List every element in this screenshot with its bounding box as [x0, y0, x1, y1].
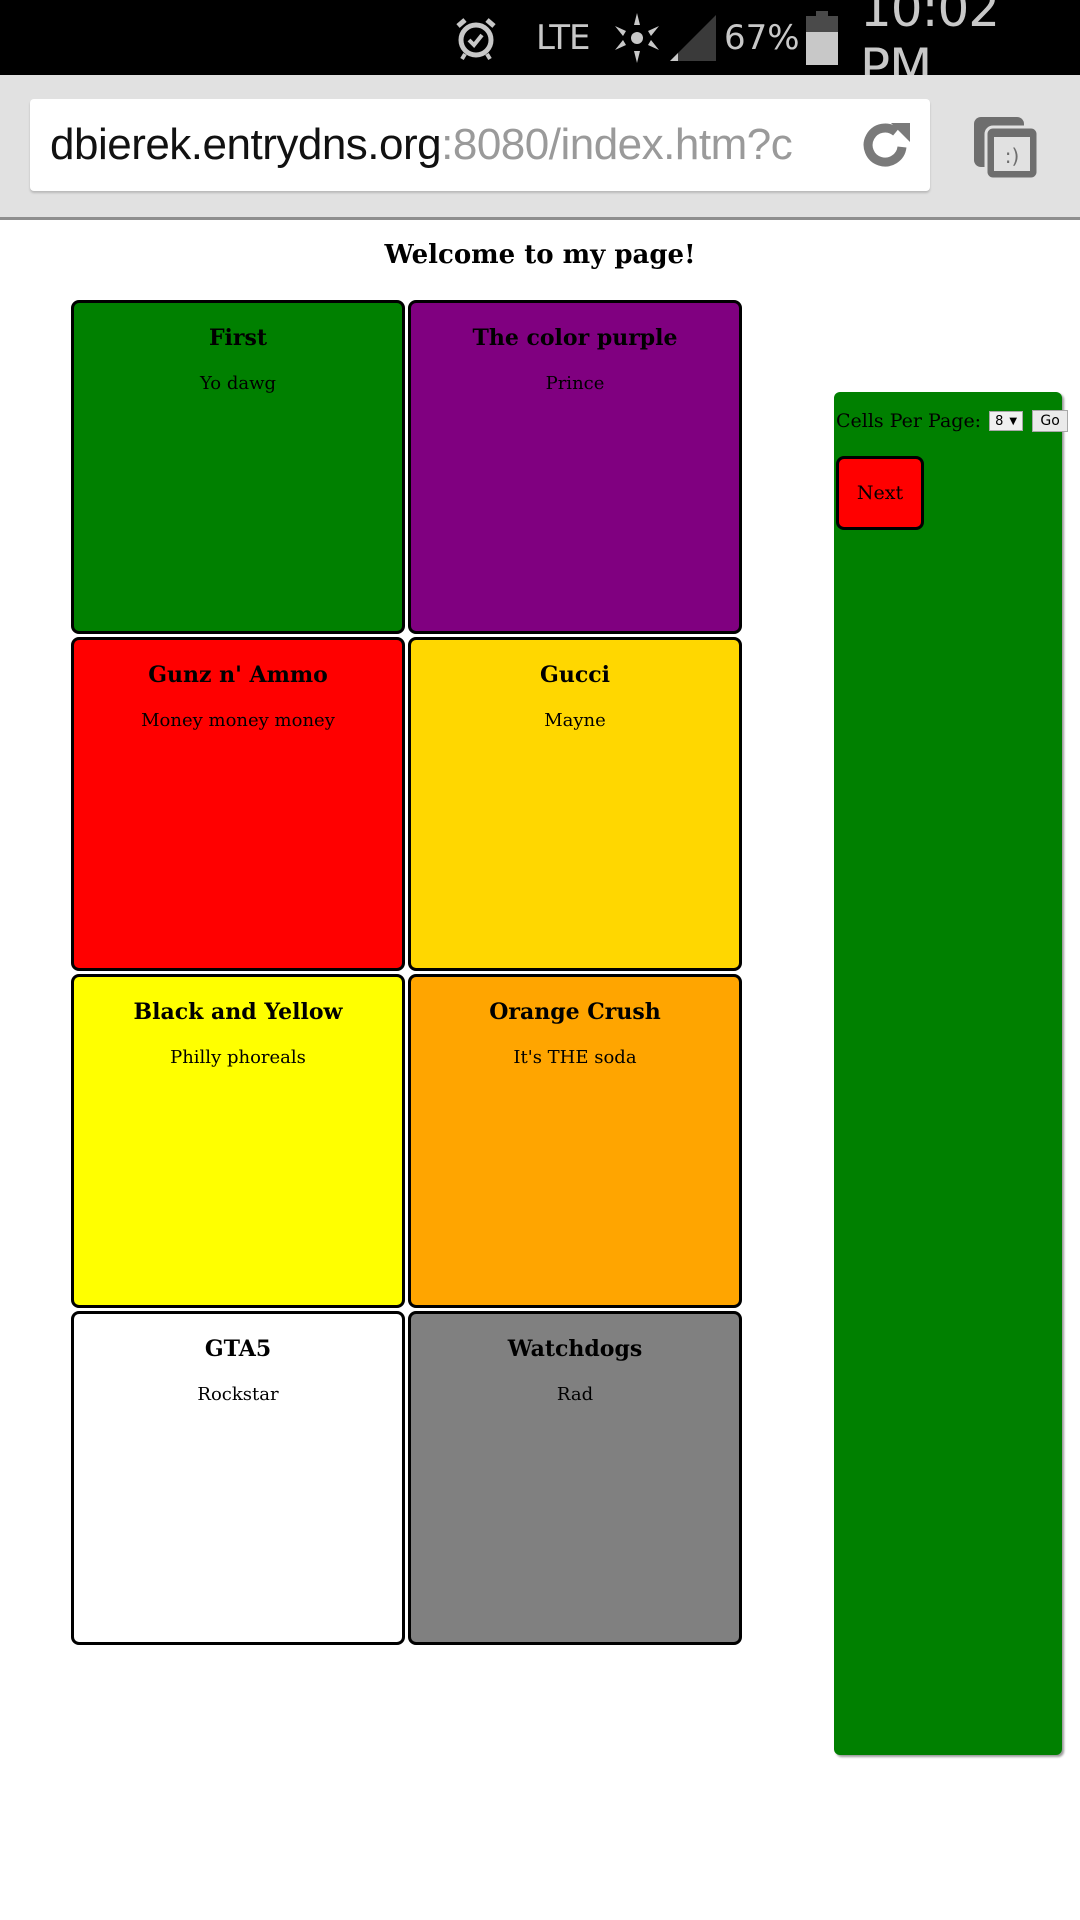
- clock: 10:02 PM: [860, 0, 1000, 96]
- url-host: dbierek.entrydns.org: [50, 120, 442, 169]
- browser-toolbar: dbierek.entrydns.org:8080/index.htm?c :): [0, 75, 1080, 220]
- sync-icon: [612, 0, 662, 75]
- cell-black-and-yellow[interactable]: Black and Yellow Philly phoreals: [71, 974, 405, 1308]
- url-path: :8080/index.htm?c: [441, 120, 793, 169]
- status-bar: LTE 67% 10:02 PM: [0, 0, 1080, 96]
- cell-first[interactable]: First Yo dawg: [71, 300, 405, 634]
- cell-orange-crush[interactable]: Orange Crush It's THE soda: [408, 974, 742, 1308]
- url-text[interactable]: dbierek.entrydns.org:8080/index.htm?c: [50, 120, 870, 170]
- cell-subtitle: It's THE soda: [513, 1047, 637, 1068]
- cell-subtitle: Philly phoreals: [170, 1047, 306, 1068]
- network-type: LTE: [536, 17, 591, 58]
- battery-percent: 67%: [724, 17, 800, 58]
- cell-title: Gunz n' Ammo: [148, 662, 328, 688]
- battery-icon: [806, 0, 838, 75]
- cell-gta5[interactable]: GTA5 Rockstar: [71, 1311, 405, 1645]
- cell-title: Watchdogs: [507, 1336, 643, 1362]
- cell-subtitle: Rad: [556, 1384, 594, 1405]
- cell-title: Gucci: [540, 662, 610, 688]
- cell-grid: First Yo dawg The color purple Prince Gu…: [71, 300, 745, 1645]
- tab-switcher-icon[interactable]: :): [972, 113, 1042, 183]
- chevron-down-icon: ▼: [1009, 415, 1018, 427]
- cell-subtitle: Rockstar: [197, 1384, 279, 1405]
- page-title: Welcome to my page!: [384, 240, 696, 270]
- cell-watchdogs[interactable]: Watchdogs Rad: [408, 1311, 742, 1645]
- cell-title: First: [208, 325, 268, 351]
- cells-per-page-value: 8: [995, 413, 1004, 429]
- cell-gucci[interactable]: Gucci Mayne: [408, 637, 742, 971]
- cell-subtitle: Mayne: [544, 710, 606, 731]
- alarm-icon: [452, 0, 500, 75]
- cell-title: Orange Crush: [489, 999, 661, 1025]
- cell-title: The color purple: [472, 325, 678, 351]
- cell-gunz-n-ammo[interactable]: Gunz n' Ammo Money money money: [71, 637, 405, 971]
- cells-per-page-row: Cells Per Page: 8 ▼ Go: [836, 410, 1069, 432]
- next-button[interactable]: Next: [836, 456, 924, 530]
- signal-icon: [670, 0, 718, 75]
- go-button[interactable]: Go: [1032, 410, 1069, 432]
- cell-title: Black and Yellow: [133, 999, 343, 1025]
- sidebar-panel: Cells Per Page: 8 ▼ Go Next: [834, 392, 1069, 1755]
- url-bar[interactable]: dbierek.entrydns.org:8080/index.htm?c: [30, 99, 930, 191]
- cells-per-page-label: Cells Per Page:: [836, 410, 982, 432]
- cell-the-color-purple[interactable]: The color purple Prince: [408, 300, 742, 634]
- cells-per-page-select[interactable]: 8 ▼: [989, 411, 1024, 431]
- cell-title: GTA5: [204, 1336, 272, 1362]
- reload-icon[interactable]: [858, 117, 914, 173]
- cell-subtitle: Prince: [545, 373, 605, 394]
- tab-switcher-glyph: :): [1005, 144, 1020, 168]
- cell-subtitle: Yo dawg: [199, 373, 277, 394]
- cell-subtitle: Money money money: [141, 710, 335, 731]
